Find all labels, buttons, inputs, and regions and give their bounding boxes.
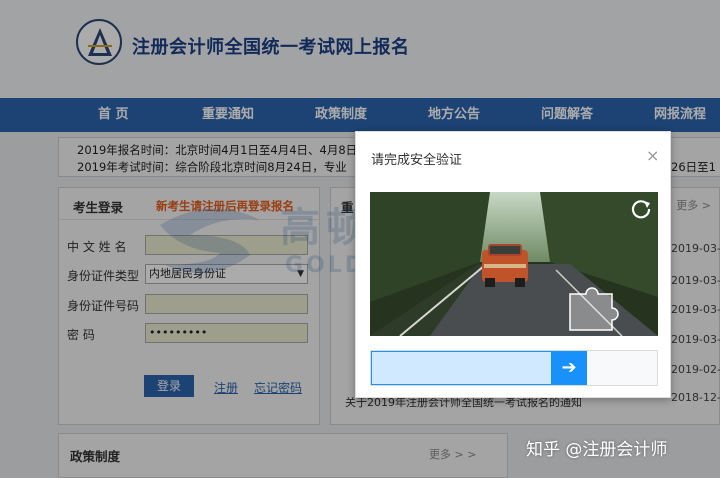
- close-icon[interactable]: ×: [646, 146, 659, 165]
- zhihu-brand: 知乎 @注册会计师: [526, 440, 668, 460]
- refresh-icon[interactable]: [630, 198, 652, 223]
- slider-track[interactable]: ➔: [370, 350, 658, 386]
- slider-handle[interactable]: ➔: [551, 351, 587, 385]
- security-verification-modal: 请完成安全验证 × ➔: [355, 131, 671, 398]
- road-scene-image: [370, 192, 658, 336]
- puzzle-slot-icon: [569, 287, 619, 331]
- captcha-image: [370, 192, 658, 336]
- modal-title: 请完成安全验证: [371, 153, 463, 168]
